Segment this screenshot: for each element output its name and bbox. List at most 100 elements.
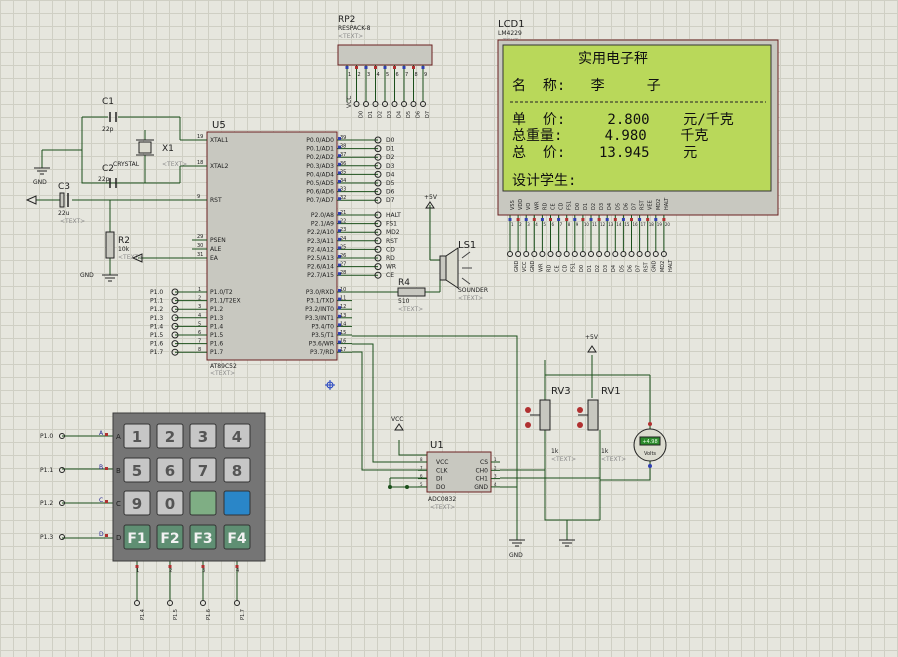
lcd-line: 名 称: 李 子 <box>512 78 661 94</box>
rp2-value: RESPACK-8 <box>338 25 371 32</box>
lcd-net: D5 <box>619 265 625 272</box>
lcd-line: 单 价: 2.800 元/千克 <box>512 112 734 128</box>
rp2-net: D3 <box>387 111 393 118</box>
keypad-col-net: P1.6 <box>206 609 212 620</box>
u5-pin-name: P3.1/TXD <box>306 298 334 305</box>
lcd-pin-name: D4 <box>607 203 613 210</box>
u5-pin-num: 27 <box>340 262 346 268</box>
u5-net-label: FS1 <box>386 221 397 228</box>
u5-net-label: D2 <box>386 154 395 161</box>
lcd-pin-marker <box>662 218 666 221</box>
u1-text: <TEXT> <box>430 504 455 511</box>
adc-pin-num: 4 <box>494 482 497 487</box>
u5-pin-name: P2.7/A15 <box>307 272 334 279</box>
u5-pin-num: 13 <box>340 313 346 319</box>
keypad-col-marker <box>135 565 139 568</box>
lcd-net: VCC <box>522 261 528 272</box>
lcd-net: MD2 <box>660 261 666 272</box>
u5-pin-num: 12 <box>340 304 346 310</box>
u5-pin-name: XTAL2 <box>210 163 229 170</box>
u5-pin-num: 7 <box>198 339 201 345</box>
lcd-pin-name: VSS <box>510 200 516 210</box>
u5-pin-num: 28 <box>340 270 346 276</box>
u5-net-label: D5 <box>386 180 395 187</box>
u5-pin-num: 23 <box>340 227 346 233</box>
schematic-sheet: 19 XTAL1 18 XTAL2 9 RST 29 PSEN 30 ALE 31 EA 39 P0.0… <box>0 0 898 657</box>
svg-text:<TEXT>: <TEXT> <box>60 218 85 225</box>
keypad-row-net: P1.3 <box>40 534 53 541</box>
plus5v-label-2: +5V <box>585 334 599 341</box>
keypad-row-terminal <box>59 534 65 540</box>
keypad-col-terminal <box>167 600 173 606</box>
lcd-pin-name: D5 <box>615 203 621 210</box>
adc-pin-num: 1 <box>494 457 497 462</box>
keypad-key-label: 3 <box>198 428 208 446</box>
u5-pin-name: P2.6/A14 <box>307 264 334 271</box>
u5-net-label: RD <box>386 255 395 262</box>
lcd-pin-name: MD2 <box>656 199 662 210</box>
lcd-terminal <box>539 251 546 257</box>
sounder-circuit: R4 510 <TEXT> +5V LS1 SOUNDER <TEXT> <box>397 194 488 313</box>
u5-pin-name: P2.3/A11 <box>307 238 334 245</box>
lcd-net: D1 <box>587 265 593 272</box>
adc-pin-name: VCC <box>436 459 448 466</box>
u5-p1-net: P1.3 <box>150 315 163 322</box>
u5-pin-num: 26 <box>340 253 346 259</box>
keypad-col-marker <box>235 565 239 568</box>
rp2-pin-marker <box>402 66 406 69</box>
lcd-net: D0 <box>579 265 585 272</box>
u5-pin-num: 29 <box>197 234 203 240</box>
lcd-terminal <box>604 251 611 257</box>
lcd-line: 设计学生: <box>512 173 576 189</box>
gnd-label-2: GND <box>80 272 94 279</box>
origin-marker <box>325 380 335 390</box>
keypad-key-label: 0 <box>165 495 175 513</box>
keypad-key[interactable] <box>189 490 217 516</box>
rp2-ref: RP2 <box>338 15 355 25</box>
lcd-pin-marker <box>524 218 528 221</box>
keypad-col-num: 3 <box>202 568 205 574</box>
lcd-terminal <box>628 251 635 257</box>
u5-pin-name: P3.2/INT0 <box>305 306 334 313</box>
rv1-value: 1k <box>601 448 609 455</box>
u5-pin-num: 14 <box>340 321 346 327</box>
lcd-ref: LCD1 <box>498 19 525 30</box>
lcd-terminal <box>571 251 578 257</box>
adc-pin-num: 2 <box>494 465 497 470</box>
lcd-pin-num: 1 <box>511 222 514 227</box>
lcd-net: CE <box>555 265 561 272</box>
keypad-row-letter: C <box>99 497 103 504</box>
u5-pin-name: P3.3/INT1 <box>305 315 334 322</box>
keypad-key[interactable] <box>223 490 251 516</box>
u5-pin-num: 19 <box>197 134 203 140</box>
lcd-net: D6 <box>627 265 633 272</box>
u5-net-label: CD <box>386 246 395 253</box>
u5-net-label: WR <box>386 264 396 271</box>
lcd-pin-marker <box>508 218 512 221</box>
keypad-col-marker <box>168 565 172 568</box>
keypad-col-net: P1.4 <box>140 609 146 620</box>
rp2-pins: 1 2 D0 3 D1 4 D2 5 D3 6 D4 7 D5 8 D6 9 D7 <box>345 65 431 118</box>
u5-pin-name: P2.0/A8 <box>311 212 334 219</box>
x1-value: CRYSTAL <box>113 161 140 168</box>
lcd-terminal <box>612 251 619 257</box>
u5-p1-net: P1.5 <box>150 332 163 339</box>
u5-pin-name: P1.2 <box>210 306 223 313</box>
c3-value: 22u <box>58 210 70 217</box>
lcd-pin-name: VEE <box>648 200 654 210</box>
lcd-line: 总 价: 13.945 元 <box>512 145 697 161</box>
u5-net-label: D3 <box>386 163 395 170</box>
lcd-pin-num: 10 <box>584 222 590 227</box>
rp2-pin-num: 6 <box>396 72 399 78</box>
u5-net-label: D6 <box>386 189 395 196</box>
lcd-terminal <box>523 251 530 257</box>
lcd-module: LCD1 LM4229 <TEXT> 实用电子秤名 称: 李 子单 价: 2.8… <box>497 19 779 272</box>
u5-p1-net: P1.2 <box>150 306 163 313</box>
lcd-pin-name: HALT <box>664 197 670 210</box>
c1-ref: C1 <box>102 97 114 107</box>
u5-pin-name: P1.7 <box>210 349 223 356</box>
c1-value: 22p <box>102 126 114 133</box>
adc-pin-name: DO <box>436 484 446 491</box>
keypad-row-letter: B <box>99 464 103 471</box>
rv1-ref: RV1 <box>601 386 621 397</box>
